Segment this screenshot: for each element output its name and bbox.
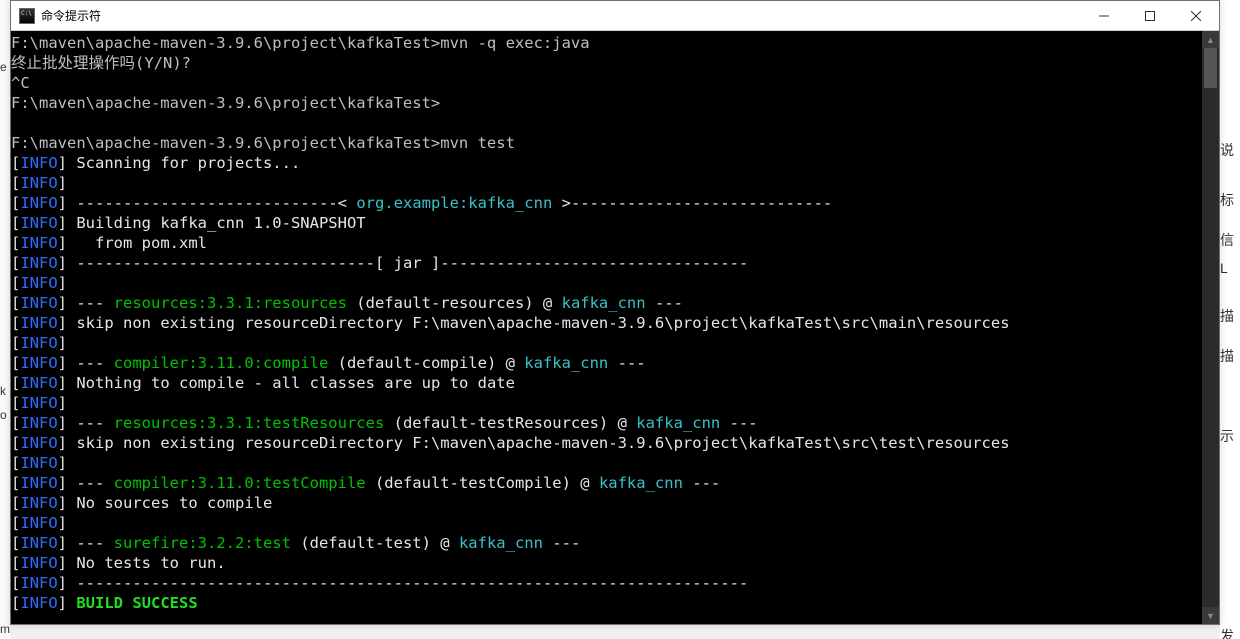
maven-goal: compiler:3.11.0:compile [114,354,329,372]
cmd-icon [19,8,35,24]
maximize-button[interactable] [1127,1,1173,30]
scroll-down-button[interactable]: ▼ [1202,607,1219,624]
output-line: ^C [11,74,30,92]
output-line: 终止批处理操作吗(Y/N)? [11,54,191,72]
prompt-path: F:\maven\apache-maven-3.9.6\project\kafk… [11,34,440,52]
output-line: --------------------------------[ jar ]-… [76,254,748,272]
terminal-output[interactable]: F:\maven\apache-maven-3.9.6\project\kafk… [11,31,1202,624]
page-behind-left: e k o m [0,0,10,639]
close-icon [1191,11,1201,21]
command-text: mvn -q exec:java [440,34,589,52]
maximize-icon [1145,11,1155,21]
prompt-path: F:\maven\apache-maven-3.9.6\project\kafk… [11,94,440,112]
output-line: Building kafka_cnn 1.0-SNAPSHOT [76,214,365,232]
output-line: Scanning for projects... [76,154,300,172]
artifact-name: kafka_cnn [562,294,646,312]
prompt-path: F:\maven\apache-maven-3.9.6\project\kafk… [11,134,440,152]
minimize-button[interactable] [1081,1,1127,30]
cmd-window: 命令提示符 F:\maven\apache-maven-3.9.6\projec… [10,0,1220,625]
output-line: ----------------------------------------… [76,574,748,592]
build-success: BUILD SUCCESS [76,594,197,612]
maven-goal: compiler:3.11.0:testCompile [114,474,366,492]
output-line: No tests to run. [76,554,225,572]
page-behind-right: 说 标 信 L 描 描 示 发 [1220,0,1240,639]
maven-goal: resources:3.3.1:resources [114,294,347,312]
bracket: ] [58,154,77,172]
window-controls [1081,1,1219,30]
scroll-thumb[interactable] [1204,48,1217,88]
window-title: 命令提示符 [41,7,1081,24]
output-line: skip non existing resourceDirectory F:\m… [76,314,1009,332]
output-line: from pom.xml [76,234,207,252]
output-line: No sources to compile [76,494,272,512]
output-line: Nothing to compile - all classes are up … [76,374,515,392]
scrollbar[interactable]: ▲ ▼ [1202,31,1219,624]
scroll-up-button[interactable]: ▲ [1202,31,1219,48]
close-button[interactable] [1173,1,1219,30]
output-line: skip non existing resourceDirectory F:\m… [76,434,1009,452]
titlebar[interactable]: 命令提示符 [11,1,1219,31]
command-text: mvn test [440,134,515,152]
bracket: [ [11,154,20,172]
project-id: org.example:kafka_cnn [356,194,552,212]
terminal-area: F:\maven\apache-maven-3.9.6\project\kafk… [11,31,1219,624]
info-tag: INFO [20,154,57,172]
maven-goal: surefire:3.2.2:test [114,534,291,552]
maven-goal: resources:3.3.1:testResources [114,414,385,432]
minimize-icon [1099,11,1109,21]
